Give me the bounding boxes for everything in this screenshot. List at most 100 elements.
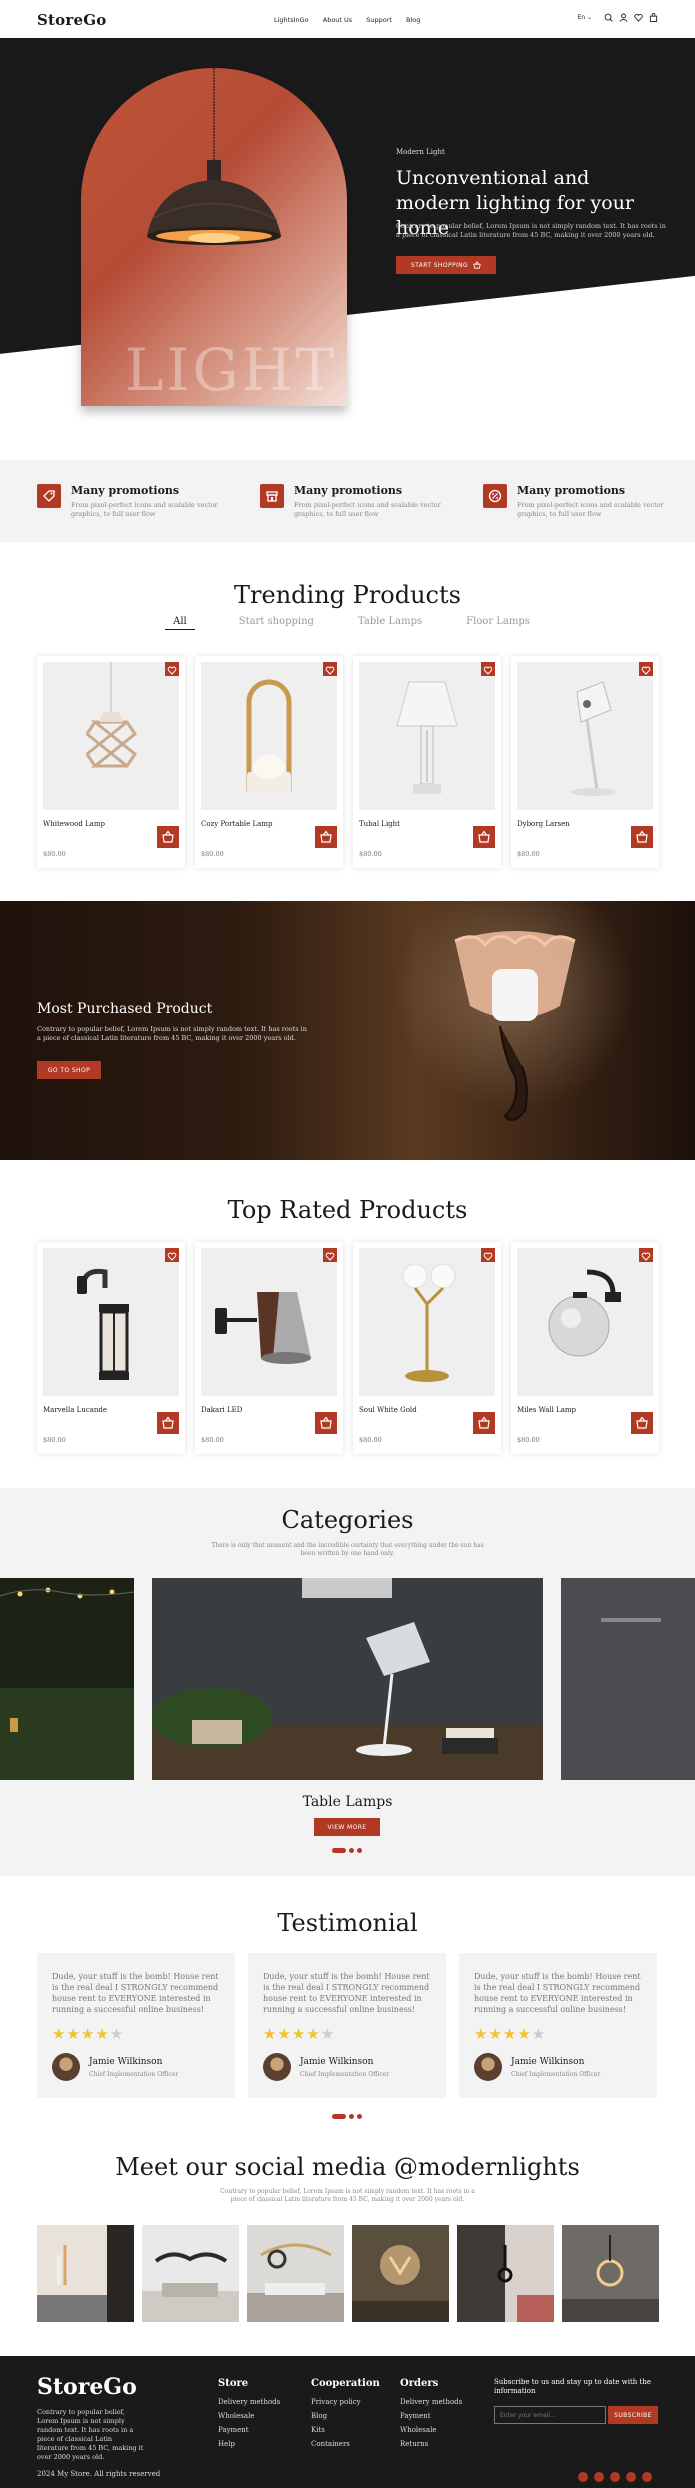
footer-link[interactable]: Payment xyxy=(218,2426,249,2434)
go-to-shop-button[interactable]: GO TO SHOP xyxy=(37,1061,101,1079)
feature-title: Many promotions xyxy=(517,484,626,497)
social-post-image[interactable] xyxy=(352,2225,449,2322)
wishlist-heart-icon[interactable] xyxy=(165,662,179,676)
trending-tabs: All Start shopping Table Lamps Floor Lam… xyxy=(0,616,695,630)
promo-title: Most Purchased Product xyxy=(37,1001,213,1017)
tab-all[interactable]: All xyxy=(165,616,195,630)
wishlist-heart-icon[interactable] xyxy=(639,662,653,676)
subscribe-button[interactable]: SUBSCRIBE xyxy=(608,2406,658,2424)
product-price: $80.00 xyxy=(359,850,382,858)
wishlist-heart-icon[interactable] xyxy=(481,662,495,676)
add-to-cart-button[interactable] xyxy=(473,1412,495,1434)
category-next-image[interactable] xyxy=(561,1578,695,1780)
product-card[interactable]: Marvella Lucande $80.00 xyxy=(37,1242,185,1454)
nav-item-lightsingo[interactable]: LightsInGo xyxy=(274,16,309,24)
reviewer-name: Jamie Wilkinson xyxy=(89,2057,163,2067)
twitter-icon[interactable] xyxy=(594,2472,604,2482)
carousel-dot[interactable] xyxy=(357,1848,362,1853)
carousel-dot[interactable] xyxy=(357,2114,362,2119)
testimonial-quote: Dude, your stuff is the bomb! House rent… xyxy=(474,1972,641,2014)
tab-table-lamps[interactable]: Table Lamps xyxy=(358,616,422,630)
logo[interactable]: StoreGo xyxy=(37,11,106,29)
product-card[interactable]: Dakari LED $80.00 xyxy=(195,1242,343,1454)
social-description: Contrary to popular belief, Lorem Ipsum … xyxy=(220,2188,475,2203)
product-name[interactable]: Soul White Gold xyxy=(359,1406,417,1414)
footer-link[interactable]: Kits xyxy=(311,2426,325,2434)
carousel-dot-active[interactable] xyxy=(332,2114,346,2119)
footer-link[interactable]: Wholesale xyxy=(218,2412,254,2420)
carousel-dot[interactable] xyxy=(349,1848,354,1853)
product-card[interactable]: Soul White Gold $80.00 xyxy=(353,1242,501,1454)
product-price: $80.00 xyxy=(43,850,66,858)
language-select[interactable]: En ⌄ xyxy=(577,14,592,21)
social-post-image[interactable] xyxy=(562,2225,659,2322)
facebook-icon[interactable] xyxy=(578,2472,588,2482)
subscribe-email-input[interactable] xyxy=(494,2406,606,2424)
footer-link[interactable]: Wholesale xyxy=(400,2426,436,2434)
social-post-image[interactable] xyxy=(457,2225,554,2322)
wishlist-heart-icon[interactable] xyxy=(323,662,337,676)
footer-link[interactable]: Privacy policy xyxy=(311,2398,361,2406)
footer-link[interactable]: Containers xyxy=(311,2440,350,2448)
main-nav: LightsInGo About Us Support Blog xyxy=(274,16,432,24)
social-post-image[interactable] xyxy=(247,2225,344,2322)
carousel-dot[interactable] xyxy=(349,2114,354,2119)
product-card[interactable]: Dyborg Larsen $80.00 xyxy=(511,656,659,868)
footer-logo[interactable]: StoreGo xyxy=(37,2374,137,2400)
wishlist-heart-icon[interactable] xyxy=(481,1248,495,1262)
avatar xyxy=(52,2053,80,2081)
add-to-cart-button[interactable] xyxy=(157,826,179,848)
view-more-button[interactable]: VIEW MORE xyxy=(314,1818,380,1836)
add-to-cart-button[interactable] xyxy=(473,826,495,848)
wishlist-heart-icon[interactable] xyxy=(639,1248,653,1262)
footer-link[interactable]: Help xyxy=(218,2440,235,2448)
product-card[interactable]: Whitewood Lamp $80.00 xyxy=(37,656,185,868)
category-outdoor-image[interactable] xyxy=(0,1578,134,1780)
nav-item-blog[interactable]: Blog xyxy=(406,16,420,24)
category-table-lamps-image[interactable] xyxy=(152,1578,543,1780)
cart-icon[interactable] xyxy=(649,13,658,22)
nav-item-about[interactable]: About Us xyxy=(323,16,352,24)
youtube-icon[interactable] xyxy=(626,2472,636,2482)
product-card[interactable]: Miles Wall Lamp $80.00 xyxy=(511,1242,659,1454)
add-to-cart-button[interactable] xyxy=(315,1412,337,1434)
product-name[interactable]: Marvella Lucande xyxy=(43,1406,107,1414)
nav-item-support[interactable]: Support xyxy=(366,16,392,24)
features-strip: Many promotions From pixel-perfect icons… xyxy=(0,460,695,542)
copyright: 2024 My Store. All rights reserved xyxy=(37,2470,161,2478)
pinterest-icon[interactable] xyxy=(642,2472,652,2482)
start-shopping-button[interactable]: START SHOPPING xyxy=(396,256,496,274)
add-to-cart-button[interactable] xyxy=(315,826,337,848)
wishlist-heart-icon[interactable] xyxy=(165,1248,179,1262)
footer-link[interactable]: Payment xyxy=(400,2412,431,2420)
wishlist-icon[interactable] xyxy=(634,13,643,22)
user-icon[interactable] xyxy=(619,13,628,22)
product-name[interactable]: Cozy Portable Lamp xyxy=(201,820,272,828)
product-name[interactable]: Dyborg Larsen xyxy=(517,820,570,828)
categories-description: There is only that moment and the incred… xyxy=(211,1542,484,1557)
footer-link[interactable]: Delivery methods xyxy=(400,2398,462,2406)
footer-link[interactable]: Delivery methods xyxy=(218,2398,280,2406)
product-name[interactable]: Tubal Light xyxy=(359,820,400,828)
add-to-cart-button[interactable] xyxy=(157,1412,179,1434)
product-name[interactable]: Whitewood Lamp xyxy=(43,820,105,828)
social-post-image[interactable] xyxy=(142,2225,239,2322)
search-icon[interactable] xyxy=(604,13,613,22)
product-name[interactable]: Dakari LED xyxy=(201,1406,242,1414)
instagram-icon[interactable] xyxy=(610,2472,620,2482)
add-to-cart-button[interactable] xyxy=(631,826,653,848)
product-image xyxy=(201,1248,337,1396)
product-name[interactable]: Miles Wall Lamp xyxy=(517,1406,576,1414)
product-card[interactable]: Cozy Portable Lamp $80.00 xyxy=(195,656,343,868)
tab-floor-lamps[interactable]: Floor Lamps xyxy=(466,616,530,630)
footer-link[interactable]: Returns xyxy=(400,2440,428,2448)
social-post-image[interactable] xyxy=(37,2225,134,2322)
wishlist-heart-icon[interactable] xyxy=(323,1248,337,1262)
category-name: Table Lamps xyxy=(302,1794,393,1810)
footer-link[interactable]: Blog xyxy=(311,2412,327,2420)
carousel-dot-active[interactable] xyxy=(332,1848,346,1853)
add-to-cart-button[interactable] xyxy=(631,1412,653,1434)
tab-start-shopping[interactable]: Start shopping xyxy=(239,616,314,630)
product-image xyxy=(43,662,179,810)
product-card[interactable]: Tubal Light $80.00 xyxy=(353,656,501,868)
